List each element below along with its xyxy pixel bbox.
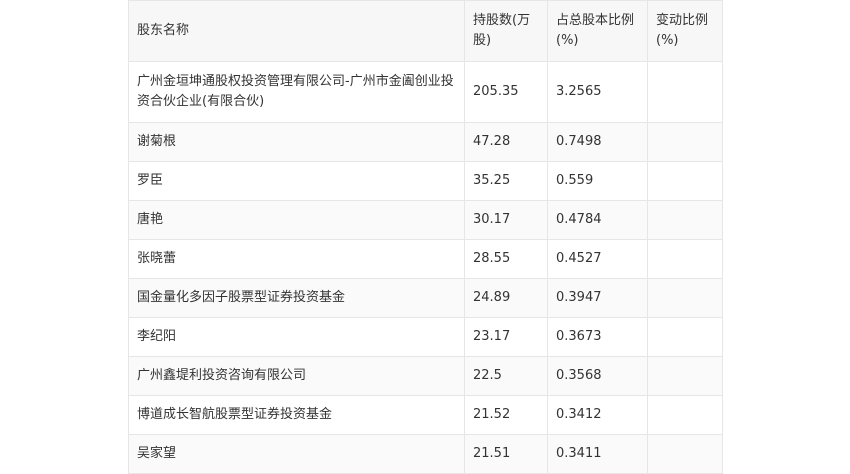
holder-name-cell: 博道成长智航股票型证券投资基金 — [128, 395, 465, 435]
shares-cell: 205.35 — [464, 61, 548, 123]
table-row: 广州鑫堤利投资咨询有限公司 22.5 0.3568 — [128, 356, 723, 396]
table-row: 广州金垣坤通股权投资管理有限公司-广州市金阖创业投资合伙企业(有限合伙) 205… — [128, 61, 723, 123]
holder-name-cell: 李纪阳 — [128, 317, 465, 357]
change-cell — [647, 434, 723, 474]
table-row: 国金量化多因子股票型证券投资基金 24.89 0.3947 — [128, 278, 723, 318]
shares-cell: 35.25 — [464, 161, 548, 201]
table-row: 博道成长智航股票型证券投资基金 21.52 0.3412 — [128, 395, 723, 435]
table-row: 谢菊根 47.28 0.7498 — [128, 122, 723, 162]
holder-name-cell: 罗臣 — [128, 161, 465, 201]
shares-cell: 30.17 — [464, 200, 548, 240]
shares-cell: 28.55 — [464, 239, 548, 279]
ratio-cell: 0.3673 — [547, 317, 648, 357]
shares-cell: 22.5 — [464, 356, 548, 396]
shareholder-table-container: 股东名称 持股数(万股) 占总股本比例(%) 变动比例(%) 广州金垣坤通股权投… — [128, 0, 723, 474]
ratio-cell: 0.4527 — [547, 239, 648, 279]
holder-name-cell: 唐艳 — [128, 200, 465, 240]
shares-cell: 21.51 — [464, 434, 548, 474]
shares-cell: 47.28 — [464, 122, 548, 162]
shareholder-table: 股东名称 持股数(万股) 占总股本比例(%) 变动比例(%) 广州金垣坤通股权投… — [128, 0, 723, 474]
table-row: 李纪阳 23.17 0.3673 — [128, 317, 723, 357]
table-row: 张晓蕾 28.55 0.4527 — [128, 239, 723, 279]
change-cell — [647, 278, 723, 318]
change-cell — [647, 239, 723, 279]
ratio-cell: 0.3568 — [547, 356, 648, 396]
shares-cell: 23.17 — [464, 317, 548, 357]
holder-name-cell: 广州金垣坤通股权投资管理有限公司-广州市金阖创业投资合伙企业(有限合伙) — [128, 61, 465, 123]
holder-name-cell: 广州鑫堤利投资咨询有限公司 — [128, 356, 465, 396]
ratio-cell: 0.3947 — [547, 278, 648, 318]
ratio-cell: 0.4784 — [547, 200, 648, 240]
ratio-cell: 0.3412 — [547, 395, 648, 435]
table-row: 唐艳 30.17 0.4784 — [128, 200, 723, 240]
change-cell — [647, 356, 723, 396]
header-shares: 持股数(万股) — [464, 0, 548, 62]
change-cell — [647, 395, 723, 435]
ratio-cell: 0.559 — [547, 161, 648, 201]
holder-name-cell: 吴家望 — [128, 434, 465, 474]
change-cell — [647, 122, 723, 162]
shares-cell: 24.89 — [464, 278, 548, 318]
holder-name-cell: 张晓蕾 — [128, 239, 465, 279]
change-cell — [647, 161, 723, 201]
holder-name-cell: 谢菊根 — [128, 122, 465, 162]
change-cell — [647, 61, 723, 123]
header-change: 变动比例(%) — [647, 0, 723, 62]
change-cell — [647, 200, 723, 240]
table-row: 罗臣 35.25 0.559 — [128, 161, 723, 201]
holder-name-cell: 国金量化多因子股票型证券投资基金 — [128, 278, 465, 318]
header-holder-name: 股东名称 — [128, 0, 465, 62]
header-ratio: 占总股本比例(%) — [547, 0, 648, 62]
ratio-cell: 0.7498 — [547, 122, 648, 162]
ratio-cell: 0.3411 — [547, 434, 648, 474]
shares-cell: 21.52 — [464, 395, 548, 435]
table-header-row: 股东名称 持股数(万股) 占总股本比例(%) 变动比例(%) — [128, 0, 723, 62]
change-cell — [647, 317, 723, 357]
ratio-cell: 3.2565 — [547, 61, 648, 123]
table-row: 吴家望 21.51 0.3411 — [128, 434, 723, 474]
